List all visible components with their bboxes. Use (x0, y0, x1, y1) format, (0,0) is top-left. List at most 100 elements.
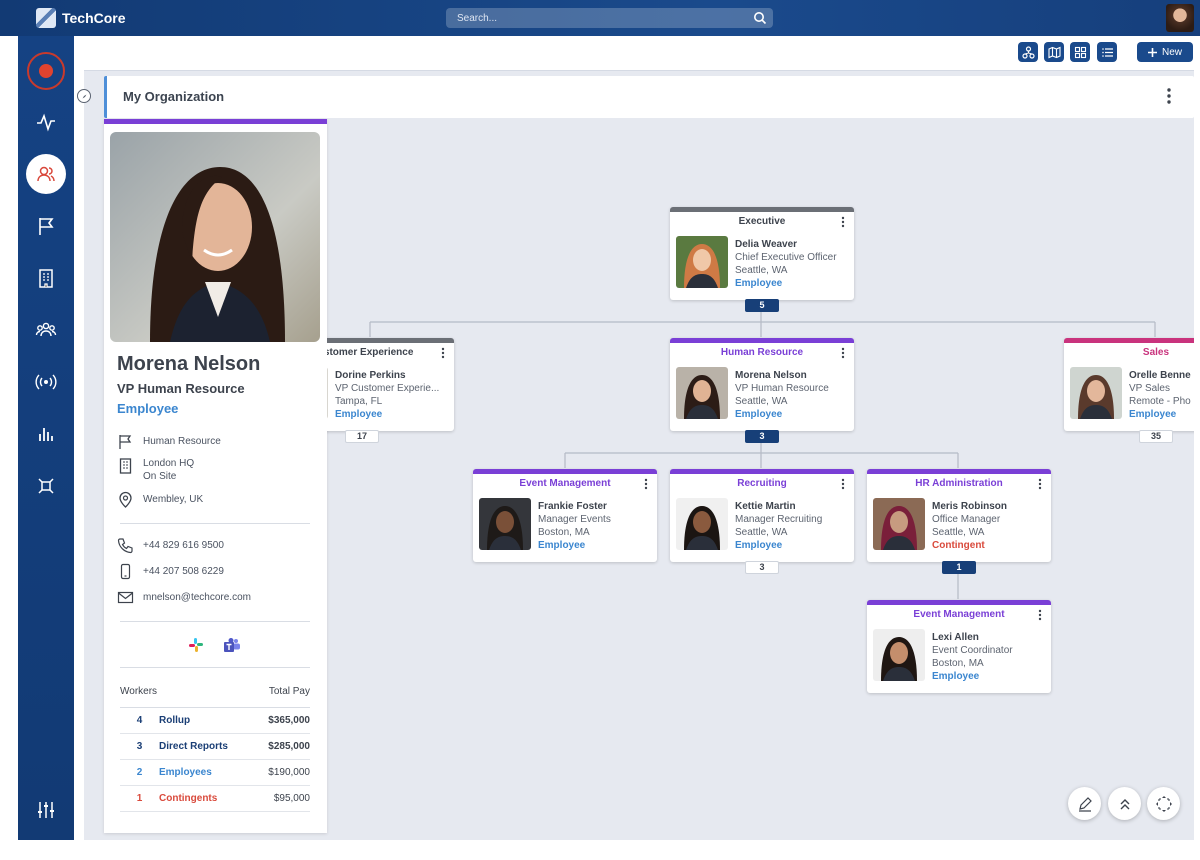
card-department: Sales (1142, 347, 1170, 358)
user-avatar[interactable] (1166, 4, 1194, 32)
org-card[interactable]: HR Administration Meris Robinson Office Ma… (867, 469, 1051, 562)
new-button[interactable]: New (1137, 42, 1193, 62)
card-name: Dorine Perkins (335, 370, 406, 381)
report-count-badge[interactable]: 5 (745, 299, 779, 312)
card-menu-icon[interactable] (841, 347, 845, 362)
sidebar-item-locations[interactable] (26, 258, 66, 298)
card-department: HR Administration (915, 478, 1003, 489)
sidebar-item-departments[interactable] (26, 206, 66, 246)
stat-label[interactable]: Rollup (159, 715, 268, 726)
org-card[interactable]: Executive Delia Weaver Chief Executive Off… (670, 207, 854, 300)
card-menu-icon[interactable] (1038, 478, 1042, 493)
card-name: Meris Robinson (932, 501, 1008, 512)
compass-icon (82, 94, 86, 98)
sidebar-item-broadcast[interactable] (26, 362, 66, 402)
org-header: My Organization (104, 76, 1194, 118)
org-card[interactable]: Event Management Frankie Foster Manager Ev… (473, 469, 657, 562)
double-chevron-up-icon (1120, 798, 1129, 809)
stats-header: Workers Total Pay (120, 686, 310, 708)
sidebar-item-teams[interactable] (26, 310, 66, 350)
app-logo[interactable]: TechCore (36, 8, 126, 28)
card-title: Chief Executive Officer (735, 252, 837, 263)
card-menu-icon[interactable] (1038, 609, 1042, 624)
report-count-badge[interactable]: 3 (745, 430, 779, 443)
card-menu-icon[interactable] (441, 347, 445, 362)
card-worker-type: Employee (735, 409, 783, 420)
report-count-badge[interactable]: 17 (345, 430, 379, 443)
list-view-button[interactable] (1097, 42, 1117, 62)
org-chart: Executive Delia Weaver Chief Executive Off… (327, 119, 1194, 833)
card-location: Seattle, WA (932, 527, 985, 538)
profile-location: Wembley, UK (117, 491, 203, 508)
card-worker-type: Employee (538, 540, 586, 551)
grid-view-button[interactable] (1070, 42, 1090, 62)
org-card[interactable]: Event Management Lexi Allen Event Coordina… (867, 600, 1051, 693)
card-name: Kettie Martin (735, 501, 796, 512)
card-worker-type: Contingent (932, 540, 985, 551)
stats-row-contingents[interactable]: 1 Contingents $95,000 (120, 786, 310, 812)
profile-name: Morena Nelson (117, 353, 261, 375)
card-photo (676, 236, 728, 288)
divider (120, 621, 310, 622)
building-icon (119, 458, 132, 474)
card-menu-icon[interactable] (644, 478, 648, 493)
edit-button[interactable] (1068, 787, 1101, 820)
card-location: Seattle, WA (735, 396, 788, 407)
sidebar-item-reports[interactable] (26, 414, 66, 454)
profile-phone[interactable]: +44 829 616 9500 (117, 537, 224, 554)
more-options-icon[interactable] (1166, 86, 1172, 106)
card-name: Orelle Benne (1129, 370, 1191, 381)
search-icon[interactable] (753, 11, 767, 25)
hierarchy-view-button[interactable] (1018, 42, 1038, 62)
stat-label[interactable]: Contingents (159, 793, 274, 804)
profile-panel: Morena Nelson VP Human Resource Employee… (104, 119, 327, 833)
orbit-logo-icon[interactable] (27, 52, 65, 90)
sidebar-item-people[interactable] (26, 154, 66, 194)
sidebar-item-network[interactable] (26, 466, 66, 506)
panel-toggle[interactable] (77, 89, 91, 103)
map-view-button[interactable] (1044, 42, 1064, 62)
card-title: VP Sales (1129, 383, 1170, 394)
sidebar-item-settings[interactable] (26, 790, 66, 830)
report-count-badge[interactable]: 1 (942, 561, 976, 574)
hierarchy-view-icon (1021, 45, 1035, 59)
org-card[interactable]: Recruiting Kettie Martin Manager Recruitin… (670, 469, 854, 562)
collapse-up-button[interactable] (1108, 787, 1141, 820)
network-icon (38, 478, 54, 494)
stats-row-rollup[interactable]: 4 Rollup $365,000 (120, 708, 310, 734)
card-department: Recruiting (737, 478, 787, 489)
card-title: VP Customer Experie... (335, 383, 440, 394)
stat-label[interactable]: Direct Reports (159, 741, 268, 752)
sidebar-item-activity[interactable] (26, 102, 66, 142)
stats-row-direct-reports[interactable]: 3 Direct Reports $285,000 (120, 734, 310, 760)
slack-icon[interactable] (188, 637, 204, 653)
people-icon (37, 166, 55, 182)
card-menu-icon[interactable] (841, 216, 845, 231)
org-card[interactable]: Customer Experience Dorine Perkins VP Cust… (327, 338, 454, 431)
email-icon (117, 591, 134, 604)
profile-email[interactable]: mnelson@techcore.com (117, 589, 251, 606)
techcore-logo-icon (36, 8, 56, 28)
org-card[interactable]: Sales Orelle Benne VP Sales Remote - Pho Emp… (1064, 338, 1194, 431)
worker-stats: Workers Total Pay 4 Rollup $365,000 3 Direct… (120, 686, 310, 812)
teams-icon[interactable] (223, 637, 241, 653)
card-photo (479, 498, 531, 550)
search-box (446, 8, 773, 29)
page-title: My Organization (123, 89, 225, 104)
org-card[interactable]: Human Resource Morena Nelson VP Human Reso… (670, 338, 854, 431)
card-name: Frankie Foster (538, 501, 607, 512)
report-count-badge[interactable]: 35 (1139, 430, 1173, 443)
report-count-badge[interactable]: 3 (745, 561, 779, 574)
card-photo (327, 367, 328, 419)
sliders-icon (38, 802, 54, 818)
stats-row-employees[interactable]: 2 Employees $190,000 (120, 760, 310, 786)
card-menu-icon[interactable] (841, 478, 845, 493)
profile-mobile[interactable]: +44 207 508 6229 (117, 563, 224, 580)
fit-screen-button[interactable] (1147, 787, 1180, 820)
stat-label[interactable]: Employees (159, 767, 268, 778)
card-photo (873, 498, 925, 550)
search-input[interactable] (446, 8, 773, 29)
profile-office-name: London HQ (143, 458, 195, 469)
card-location: Tampa, FL (335, 396, 383, 407)
card-photo (1070, 367, 1122, 419)
